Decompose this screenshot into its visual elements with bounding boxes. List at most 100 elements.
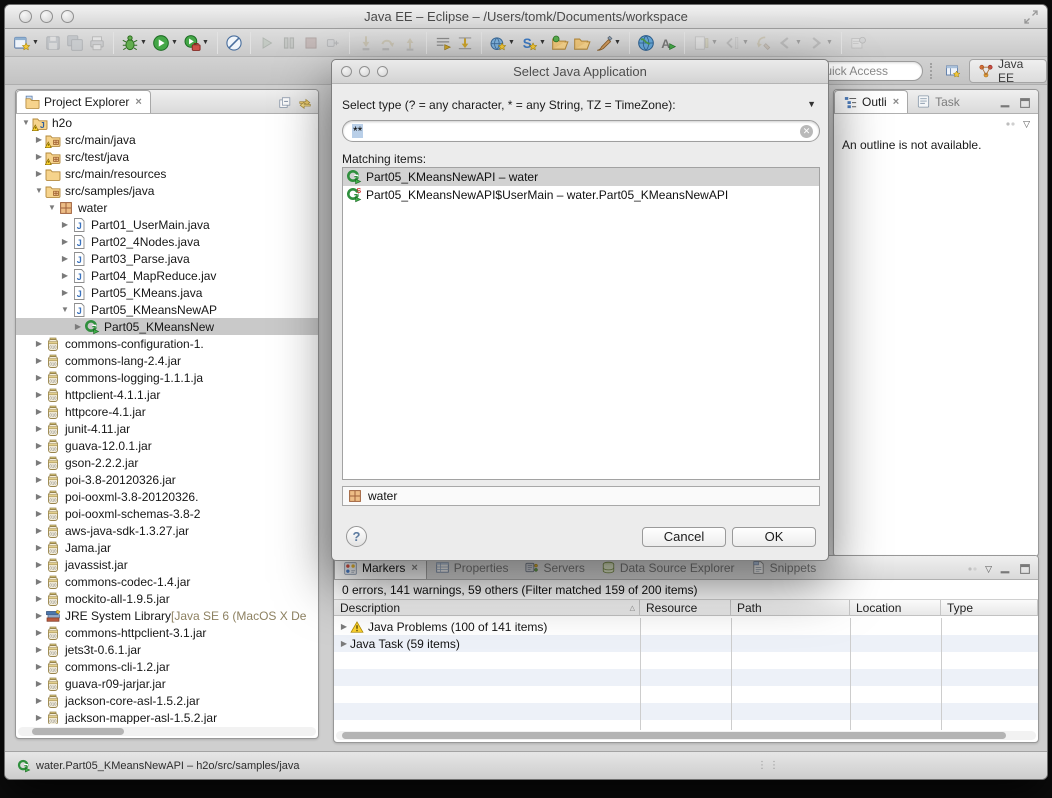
expand-arrow-icon[interactable]: ▶ [33,441,45,450]
matching-item-part05-kmeansnewapi-water[interactable]: Part05_KMeansNewAPI – water [343,168,819,186]
dialog-minimize-button[interactable] [359,66,370,77]
collapse-arrow-icon[interactable]: ▼ [46,203,58,212]
view-menu-icon[interactable]: ▽ [1023,119,1030,130]
expand-arrow-icon[interactable]: ▶ [338,622,350,631]
close-icon[interactable]: × [411,562,417,574]
close-icon[interactable]: × [135,96,141,108]
tree-item-jackson-core-asl-1-5-2-jar[interactable]: ▶010jackson-core-asl-1.5.2.jar [16,692,318,709]
type-filter-input[interactable]: ** ✕ [342,120,820,142]
expand-arrow-icon[interactable]: ▶ [33,475,45,484]
expand-arrow-icon[interactable]: ▶ [33,373,45,382]
tree-item-aws-java-sdk-1-3-27-jar[interactable]: ▶010aws-java-sdk-1.3.27.jar [16,522,318,539]
collapse-all-icon[interactable] [278,96,292,110]
column-header-resource[interactable]: Resource [640,600,731,615]
tree-item-src-samples-java[interactable]: ▼src/samples/java [16,182,318,199]
expand-arrow-icon[interactable]: ▶ [33,696,45,705]
marker-group-java-problems-100-of-141-items[interactable]: ▶Java Problems (100 of 141 items) [334,618,1038,635]
expand-arrow-icon[interactable]: ▶ [33,645,45,654]
dialog-zoom-button[interactable] [377,66,388,77]
tree-item-commons-codec-1-4-jar[interactable]: ▶010commons-codec-1.4.jar [16,573,318,590]
expand-arrow-icon[interactable]: ▶ [33,662,45,671]
matching-item-part05-kmeansnewapi-usermain-water-part05-[interactable]: SPart05_KMeansNewAPI$UserMain – water.Pa… [343,186,819,204]
history-dropdown-icon[interactable]: ▼ [807,99,816,109]
expand-arrow-icon[interactable]: ▶ [33,509,45,518]
expand-arrow-icon[interactable]: ▶ [33,407,45,416]
tree-item-gson-2-2-2-jar[interactable]: ▶010gson-2.2.2.jar [16,454,318,471]
scrollbar-thumb[interactable] [342,732,1006,739]
expand-arrow-icon[interactable]: ▶ [59,288,71,297]
resize-icon[interactable] [1023,9,1039,25]
skip-all-breakpoints-button[interactable] [223,31,245,55]
expand-arrow-icon[interactable]: ▶ [33,577,45,586]
open-resource-button[interactable] [549,31,571,55]
tab-project-explorer[interactable]: Project Explorer × [16,90,151,113]
tree-item-jre-system-library[interactable]: ▶JRE System Library [Java SE 6 (MacOS X … [16,607,318,624]
ok-button[interactable]: OK [732,527,816,547]
collapse-arrow-icon[interactable]: ▼ [59,305,71,314]
run-external-tools-button[interactable]: ▼ [181,31,212,55]
cancel-button[interactable]: Cancel [642,527,726,547]
open-folder-button[interactable] [571,31,593,55]
maximize-view-icon[interactable] [1018,562,1032,576]
web-browser-button[interactable] [635,31,657,55]
expand-arrow-icon[interactable]: ▶ [338,639,350,648]
expand-arrow-icon[interactable]: ▶ [33,594,45,603]
tab-outline-outli[interactable]: Outli× [834,90,908,113]
tree-item-commons-logging-1-1-1-ja[interactable]: ▶010commons-logging-1.1.1.ja [16,369,318,386]
tree-item-src-main-java[interactable]: ▶src/main/java [16,131,318,148]
clear-filter-icon[interactable]: ✕ [800,125,813,138]
open-perspective-button[interactable] [939,60,967,82]
tree-item-commons-httpclient-3-1-jar[interactable]: ▶010commons-httpclient-3.1.jar [16,624,318,641]
tree-item-junit-4-11-jar[interactable]: ▶010junit-4.11.jar [16,420,318,437]
tree-item-mockito-all-1-9-5-jar[interactable]: ▶010mockito-all-1.9.5.jar [16,590,318,607]
link-editor-icon[interactable] [298,96,312,110]
sash-grip[interactable]: ⋮⋮ [757,760,781,771]
tree-item-jets3t-0-6-1-jar[interactable]: ▶010jets3t-0.6.1.jar [16,641,318,658]
show-source-menu-button[interactable] [432,31,454,55]
expand-arrow-icon[interactable]: ▶ [33,713,45,722]
new-web-wizard-button[interactable]: ▼ [487,31,518,55]
tree-item-httpclient-4-1-1-jar[interactable]: ▶010httpclient-4.1.1.jar [16,386,318,403]
debug-button[interactable]: ▼ [119,31,150,55]
expand-arrow-icon[interactable]: ▶ [33,339,45,348]
expand-arrow-icon[interactable]: ▶ [33,543,45,552]
expand-arrow-icon[interactable]: ▶ [33,679,45,688]
scrollbar-thumb[interactable] [32,728,124,735]
expand-arrow-icon[interactable]: ▶ [33,424,45,433]
tree-item-poi-ooxml-3-8-20120326[interactable]: ▶010poi-ooxml-3.8-20120326. [16,488,318,505]
tree-item-src-main-resources[interactable]: ▶src/main/resources [16,165,318,182]
help-button[interactable]: ? [346,526,367,547]
close-icon[interactable]: × [893,96,899,108]
view-menu-icon[interactable]: ▽ [985,564,992,575]
expand-arrow-icon[interactable]: ▶ [59,271,71,280]
tree-item-commons-lang-2-4-jar[interactable]: ▶010commons-lang-2.4.jar [16,352,318,369]
tree-item-part04-mapreduce-jav[interactable]: ▶JPart04_MapReduce.jav [16,267,318,284]
tree-item-water[interactable]: ▼water [16,199,318,216]
expand-arrow-icon[interactable]: ▶ [33,152,45,161]
expand-arrow-icon[interactable]: ▶ [33,135,45,144]
expand-arrow-icon[interactable]: ▶ [33,390,45,399]
tree-item-poi-ooxml-schemas-3-8-2[interactable]: ▶010poi-ooxml-schemas-3.8-2 [16,505,318,522]
column-header-description[interactable]: Description△ [334,600,640,615]
tree-item-poi-3-8-20120326-jar[interactable]: ▶010poi-3.8-20120326.jar [16,471,318,488]
run-button[interactable]: ▼ [150,31,181,55]
expand-arrow-icon[interactable]: ▶ [59,237,71,246]
tree-item-part01-usermain-java[interactable]: ▶JPart01_UserMain.java [16,216,318,233]
paint-brush-button[interactable]: ▼ [593,31,624,55]
expand-arrow-icon[interactable]: ▶ [33,458,45,467]
expand-arrow-icon[interactable]: ▶ [33,611,45,620]
collapse-arrow-icon[interactable]: ▼ [33,186,45,195]
markers-hscrollbar[interactable] [336,731,1036,740]
dialog-close-button[interactable] [341,66,352,77]
tree-item-commons-cli-1-2-jar[interactable]: ▶010commons-cli-1.2.jar [16,658,318,675]
collapse-arrow-icon[interactable]: ▼ [20,118,32,127]
tree-item-guava-12-0-1-jar[interactable]: ▶010guava-12.0.1.jar [16,437,318,454]
minimize-view-icon[interactable] [998,562,1012,576]
minimize-view-icon[interactable] [998,96,1012,110]
column-header-location[interactable]: Location [850,600,941,615]
java-ee-perspective-button[interactable]: Java EE [969,59,1047,83]
tree-item-jama-jar[interactable]: ▶010Jama.jar [16,539,318,556]
tree-item-commons-configuration-1[interactable]: ▶010commons-configuration-1. [16,335,318,352]
tree-item-httpcore-4-1-jar[interactable]: ▶010httpcore-4.1.jar [16,403,318,420]
tree-item-part05-kmeansnewap[interactable]: ▼JPart05_KMeansNewAP [16,301,318,318]
